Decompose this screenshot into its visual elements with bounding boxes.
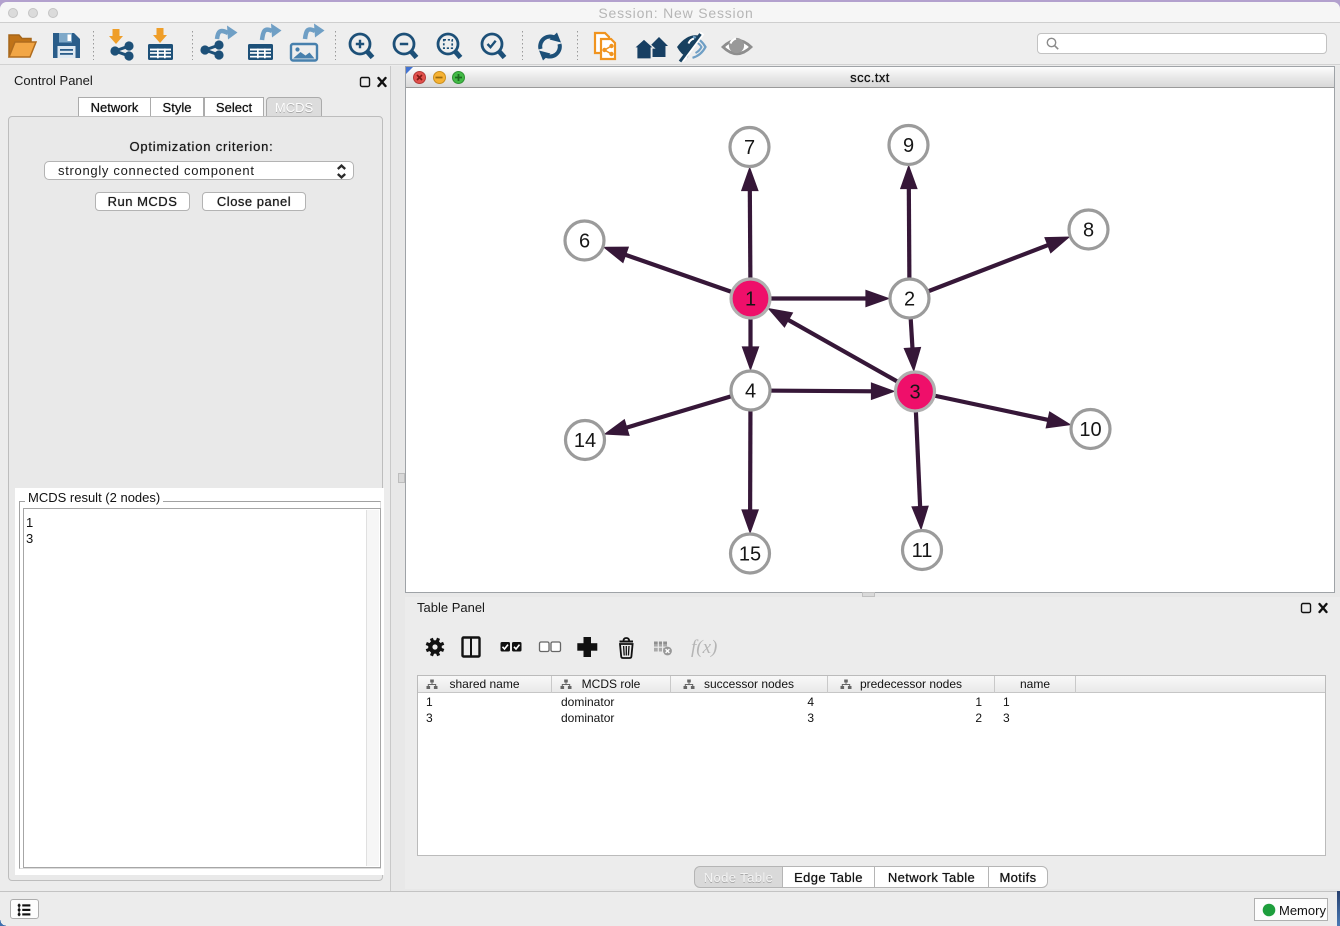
svg-text:7: 7	[744, 137, 755, 159]
svg-text:10: 10	[1079, 419, 1101, 441]
svg-text:11: 11	[912, 540, 933, 562]
svg-text:6: 6	[579, 231, 590, 253]
svg-text:f(x): f(x)	[691, 637, 717, 658]
svg-text:4: 4	[745, 381, 756, 403]
svg-text:3: 3	[909, 382, 920, 404]
svg-text:14: 14	[574, 430, 596, 452]
svg-text:2: 2	[904, 289, 915, 311]
svg-text:1: 1	[745, 289, 756, 311]
svg-text:8: 8	[1083, 220, 1094, 242]
svg-text:9: 9	[903, 135, 914, 157]
svg-text:15: 15	[739, 544, 761, 566]
